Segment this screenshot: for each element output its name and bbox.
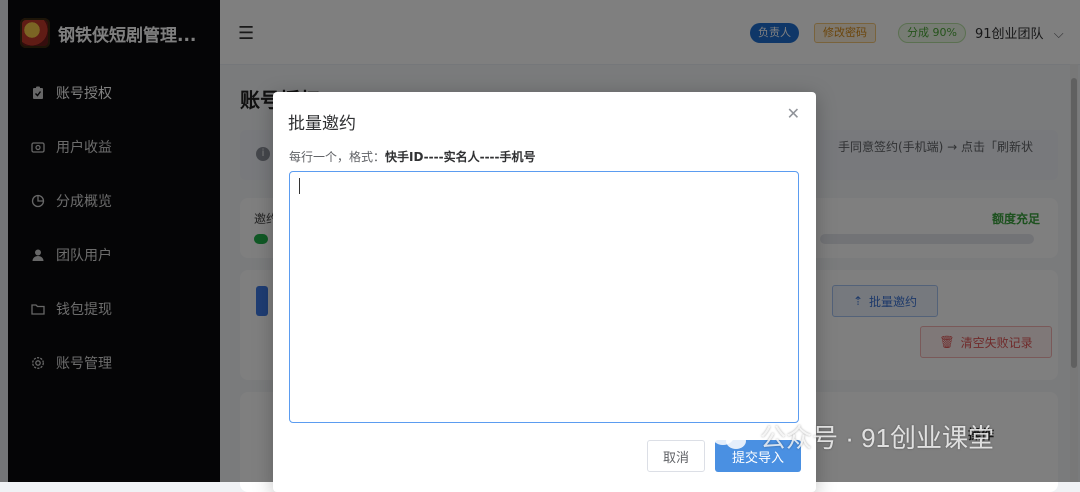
hint-format: 快手ID----实名人----手机号 bbox=[385, 150, 536, 164]
cancel-button[interactable]: 取消 bbox=[647, 440, 705, 472]
wechat-icon bbox=[712, 425, 752, 449]
dialog-hint: 每行一个，格式：快手ID----实名人----手机号 bbox=[289, 148, 536, 165]
watermark: 公众号 · 91创业课堂 bbox=[712, 418, 994, 455]
dialog-title: 批量邀约 bbox=[288, 114, 356, 134]
close-icon[interactable]: ✕ bbox=[787, 104, 800, 123]
invite-list-textarea[interactable] bbox=[289, 171, 799, 423]
text-cursor bbox=[299, 178, 300, 194]
watermark-text: 公众号 · 91创业课堂 bbox=[760, 423, 995, 453]
hint-prefix: 每行一个，格式： bbox=[289, 150, 386, 164]
